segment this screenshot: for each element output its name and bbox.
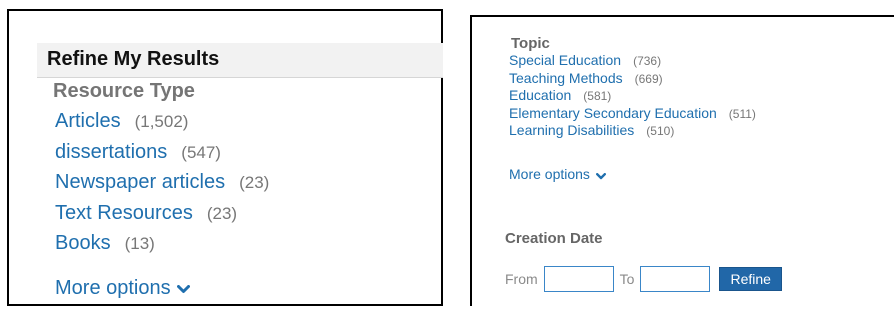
resource-type-count: (23) — [239, 173, 270, 193]
list-item[interactable]: Newspaper articles (23) — [55, 171, 269, 202]
resource-type-label[interactable]: dissertations — [55, 141, 167, 163]
refine-header: Refine My Results — [37, 43, 443, 78]
resource-type-count: (1,502) — [134, 112, 189, 131]
refine-title: Refine My Results — [47, 48, 220, 70]
from-date-input[interactable] — [543, 266, 614, 292]
list-item[interactable]: dissertations (547) — [55, 141, 269, 172]
resource-type-label[interactable]: Books — [55, 232, 111, 254]
date-range-row: From To Refine — [505, 266, 782, 292]
list-item[interactable]: Text Resources (23) — [55, 202, 269, 233]
more-options-label[interactable]: More options — [509, 166, 590, 182]
from-label: From — [505, 271, 538, 287]
topic-count: (581) — [583, 89, 612, 103]
more-options-link[interactable]: More options — [55, 277, 190, 300]
resource-type-count: (13) — [124, 234, 155, 254]
creation-date-heading: Creation Date — [505, 230, 603, 247]
topic-label[interactable]: Teaching Methods — [509, 70, 623, 86]
refine-results-panel: Refine My Results Resource Type Articles… — [7, 9, 443, 306]
topic-heading: Topic — [511, 35, 550, 52]
resource-type-list: Articles (1,502) dissertations (547) Newsp… — [55, 110, 269, 263]
list-item[interactable]: Learning Disabilities (510) — [509, 122, 756, 140]
to-label: To — [619, 271, 635, 287]
list-item[interactable]: Elementary Secondary Education (511) — [509, 105, 756, 123]
resource-type-count: (547) — [181, 142, 221, 162]
list-item[interactable]: Teaching Methods (669) — [509, 70, 756, 88]
refine-button[interactable]: Refine — [719, 267, 782, 291]
to-date-input[interactable] — [640, 266, 711, 292]
list-item[interactable]: Articles (1,502) — [55, 110, 269, 141]
more-options-label[interactable]: More options — [55, 277, 171, 299]
resource-type-heading: Resource Type — [53, 80, 195, 102]
resource-type-label[interactable]: Articles — [55, 110, 121, 132]
topic-label[interactable]: Special Education — [509, 52, 621, 68]
topic-more-options-link[interactable]: More options — [509, 166, 606, 183]
list-item[interactable]: Special Education (736) — [509, 52, 756, 70]
topic-count: (669) — [634, 71, 663, 86]
topic-list: Special Education (736) Teaching Methods (… — [509, 52, 756, 140]
resource-type-label[interactable]: Text Resources — [55, 202, 193, 224]
list-item[interactable]: Education (581) — [509, 87, 756, 105]
chevron-down-icon[interactable] — [176, 277, 190, 300]
topic-label[interactable]: Learning Disabilities — [509, 122, 634, 138]
topic-count: (736) — [633, 54, 662, 68]
resource-type-label[interactable]: Newspaper articles — [55, 171, 225, 193]
topic-count: (511) — [728, 106, 756, 121]
topic-count: (510) — [646, 124, 675, 138]
chevron-down-icon[interactable] — [595, 167, 606, 183]
topic-label[interactable]: Education — [509, 87, 571, 103]
topic-label[interactable]: Elementary Secondary Education — [509, 105, 717, 121]
resource-type-count: (23) — [206, 203, 238, 223]
facet-panel: Topic Special Education (736) Teaching Me… — [470, 15, 894, 306]
list-item[interactable]: Books (13) — [55, 232, 269, 263]
